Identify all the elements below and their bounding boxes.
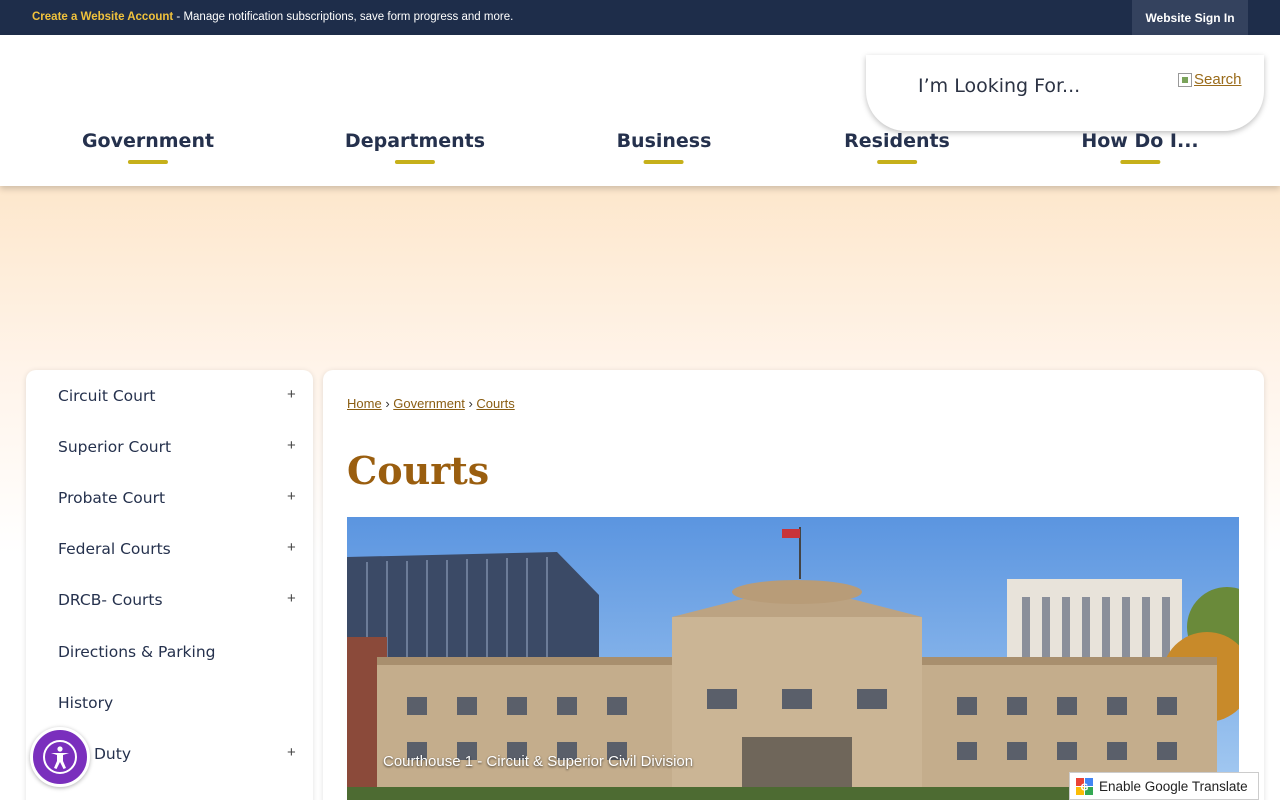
translate-label: Enable Google Translate bbox=[1099, 778, 1248, 794]
notification-bar: Create a Website Account - Manage notifi… bbox=[0, 0, 1280, 35]
site-header: I’m Looking For... Search Government Dep… bbox=[0, 35, 1280, 186]
sidebar-item-circuit-court[interactable]: Circuit Court bbox=[58, 387, 155, 405]
sidebar-item-superior-court[interactable]: Superior Court bbox=[58, 438, 171, 456]
svg-text:G: G bbox=[1081, 782, 1089, 793]
accessibility-icon bbox=[43, 740, 77, 774]
search-button-alt: Search bbox=[1194, 71, 1242, 88]
google-translate-button[interactable]: G Enable Google Translate bbox=[1069, 772, 1259, 800]
photo-caption: Courthouse 1 - Circuit & Superior Civil … bbox=[383, 753, 694, 770]
search-button[interactable]: Search bbox=[1178, 71, 1242, 88]
main-nav: Government Departments Business Resident… bbox=[0, 120, 1280, 170]
nav-residents[interactable]: Residents bbox=[844, 130, 950, 164]
google-logo-icon: G bbox=[1076, 777, 1093, 795]
expand-icon[interactable]: + bbox=[287, 437, 296, 454]
sidebar-item-probate-court[interactable]: Probate Court bbox=[58, 489, 165, 507]
expand-icon[interactable]: + bbox=[287, 386, 296, 403]
create-account-link[interactable]: Create a Website Account bbox=[32, 11, 173, 23]
page-title: Courts bbox=[347, 448, 490, 493]
sidebar-item-history[interactable]: History bbox=[58, 694, 113, 712]
sidebar-item-directions-parking[interactable]: Directions & Parking bbox=[58, 643, 216, 661]
sidebar-item-federal-courts[interactable]: Federal Courts bbox=[58, 540, 171, 558]
search-input[interactable]: I’m Looking For... bbox=[918, 75, 1080, 97]
main-content: Home › Government › Courts Courts Courth… bbox=[323, 370, 1264, 800]
accessibility-button[interactable] bbox=[30, 727, 90, 787]
expand-icon[interactable]: + bbox=[287, 539, 296, 556]
expand-icon[interactable]: + bbox=[287, 744, 296, 761]
sidebar-item-duty[interactable]: Duty bbox=[94, 745, 131, 763]
breadcrumb: Home › Government › Courts bbox=[347, 396, 515, 411]
nav-departments[interactable]: Departments bbox=[345, 130, 485, 164]
courthouse-photo: Courthouse 1 - Circuit & Superior Civil … bbox=[347, 517, 1239, 800]
sidebar-item-drcb-courts[interactable]: DRCB- Courts bbox=[58, 591, 163, 609]
nav-business[interactable]: Business bbox=[617, 130, 712, 164]
nav-how-do-i[interactable]: How Do I... bbox=[1081, 130, 1198, 164]
expand-icon[interactable]: + bbox=[287, 590, 296, 607]
website-sign-in-button[interactable]: Website Sign In bbox=[1132, 0, 1248, 35]
notification-message: Create a Website Account - Manage notifi… bbox=[32, 11, 513, 23]
expand-icon[interactable]: + bbox=[287, 488, 296, 505]
breadcrumb-home[interactable]: Home bbox=[347, 396, 382, 411]
breadcrumb-government[interactable]: Government bbox=[393, 396, 465, 411]
notification-text: - Manage notification subscriptions, sav… bbox=[173, 11, 514, 23]
breadcrumb-courts[interactable]: Courts bbox=[476, 396, 514, 411]
breadcrumb-separator: › bbox=[385, 396, 390, 411]
breadcrumb-separator: › bbox=[468, 396, 473, 411]
nav-government[interactable]: Government bbox=[82, 130, 214, 164]
broken-image-icon bbox=[1178, 72, 1192, 87]
